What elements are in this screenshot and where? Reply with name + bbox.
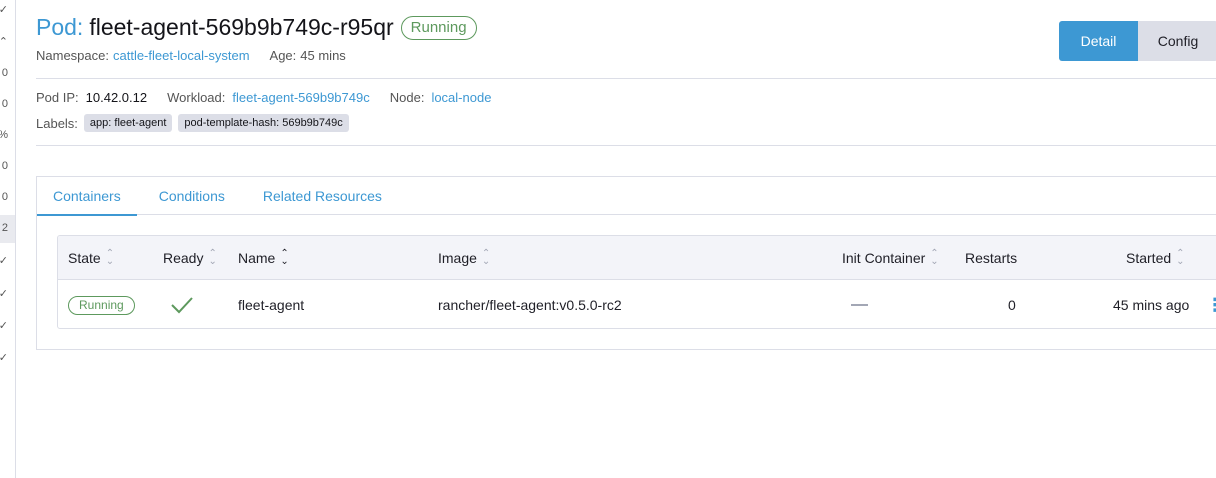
- detail-button[interactable]: Detail: [1059, 21, 1138, 61]
- workload-link[interactable]: fleet-agent-569b9b749c: [232, 90, 369, 105]
- divider: [36, 78, 1216, 79]
- sidebar-glyph[interactable]: ✓: [0, 351, 8, 364]
- sidebar-glyph[interactable]: ✓: [0, 287, 8, 300]
- tabs-panel: Containers Conditions Related Resources …: [36, 176, 1216, 350]
- tab-containers[interactable]: Containers: [37, 177, 137, 216]
- divider: [36, 145, 1216, 146]
- sort-icon: ⌃ ⌄: [280, 248, 289, 267]
- cell-started: 45 mins ago: [1113, 297, 1190, 313]
- sidebar-glyph[interactable]: ✓: [0, 254, 8, 267]
- labels-row: Labels: app: fleet-agent pod-template-ha…: [36, 114, 355, 132]
- page-title: Pod: fleet-agent-569b9b749c-r95qr Runnin…: [36, 14, 477, 41]
- table-header: State ⌃ ⌄ Ready ⌃ ⌄ Name ⌃ ⌄ Image ⌃ ⌄ Init …: [58, 236, 1216, 280]
- cell-image: rancher/fleet-agent:v0.5.0-rc2: [438, 297, 622, 313]
- pod-ip-value: 10.42.0.12: [85, 90, 148, 105]
- sidebar: ✓ ⌃ 0 0 % 0 0 2 ✓ ✓ ✓ ✓: [0, 0, 16, 478]
- column-label: Started: [1126, 250, 1172, 266]
- node-link[interactable]: local-node: [431, 90, 491, 105]
- resource-name: fleet-agent-569b9b749c-r95qr: [89, 14, 394, 40]
- pod-ip-label: Pod IP:: [36, 90, 79, 105]
- tab-conditions[interactable]: Conditions: [143, 177, 241, 215]
- workload-label: Workload:: [167, 90, 226, 105]
- column-header-init-container[interactable]: Init Container ⌃ ⌄: [842, 236, 939, 280]
- column-label: Name: [238, 250, 276, 266]
- column-header-image[interactable]: Image ⌃ ⌄: [438, 236, 490, 280]
- sort-icon: ⌃ ⌄: [1176, 248, 1185, 267]
- namespace-link[interactable]: cattle-fleet-local-system: [113, 48, 250, 63]
- view-toggle: Detail Config: [1059, 21, 1216, 61]
- sort-icon: ⌃ ⌄: [208, 248, 217, 267]
- namespace-label: Namespace:: [36, 48, 109, 63]
- sidebar-glyph[interactable]: 2: [0, 222, 8, 234]
- column-label: Ready: [163, 250, 204, 266]
- sidebar-glyph[interactable]: 0: [0, 160, 8, 172]
- label-tag: app: fleet-agent: [83, 114, 173, 132]
- sidebar-glyph[interactable]: 0: [0, 67, 8, 79]
- cell-state: Running: [68, 280, 135, 328]
- age-value: 45 mins: [300, 48, 346, 63]
- column-header-started[interactable]: Started ⌃ ⌄: [1126, 236, 1185, 280]
- cell-name: fleet-agent: [238, 297, 305, 313]
- sidebar-glyph[interactable]: ⌃: [0, 35, 8, 48]
- empty-value-dash: [851, 304, 868, 306]
- containers-table: State ⌃ ⌄ Ready ⌃ ⌄ Name ⌃ ⌄ Image ⌃ ⌄ Init …: [57, 235, 1216, 329]
- status-badge: Running: [68, 295, 135, 315]
- cell-restarts: 0: [1008, 297, 1016, 313]
- column-header-restarts: Restarts: [965, 236, 1017, 280]
- age-label: Age:: [269, 48, 297, 63]
- config-button[interactable]: Config: [1138, 21, 1216, 61]
- sort-icon: ⌃ ⌄: [930, 248, 939, 267]
- labels-label: Labels:: [36, 115, 78, 131]
- column-header-ready[interactable]: Ready ⌃ ⌄: [163, 236, 217, 280]
- column-label: Init Container: [842, 250, 926, 266]
- sidebar-glyph[interactable]: ✓: [0, 319, 8, 332]
- cell-init-container: [851, 280, 868, 328]
- checkmark-icon: [171, 297, 193, 314]
- resource-type-link[interactable]: Pod:: [36, 14, 83, 41]
- pod-info: Pod IP: 10.42.0.12 Workload: fleet-agent…: [36, 90, 491, 105]
- column-label: Restarts: [965, 250, 1018, 266]
- label-tag: pod-template-hash: 569b9b749c: [178, 114, 349, 132]
- status-badge: Running: [400, 15, 477, 40]
- column-header-state[interactable]: State ⌃ ⌄: [68, 236, 114, 280]
- column-header-name[interactable]: Name ⌃ ⌄: [238, 236, 289, 280]
- row-actions-icon[interactable]: ⋮: [1206, 280, 1216, 328]
- sidebar-glyph[interactable]: 0: [0, 191, 8, 203]
- column-label: Image: [438, 250, 477, 266]
- sort-icon: ⌃ ⌄: [481, 248, 491, 267]
- cell-ready: [170, 280, 194, 328]
- node-label: Node:: [389, 90, 425, 105]
- sidebar-glyph[interactable]: %: [0, 129, 8, 141]
- column-label: State: [68, 250, 101, 266]
- sidebar-glyph[interactable]: 0: [0, 98, 8, 110]
- tab-bar: Containers Conditions Related Resources: [37, 177, 1216, 216]
- sort-icon: ⌃ ⌄: [105, 248, 115, 267]
- sidebar-glyph[interactable]: ✓: [0, 3, 8, 16]
- tab-related-resources[interactable]: Related Resources: [247, 177, 398, 215]
- resource-meta: Namespace: cattle-fleet-local-system Age…: [36, 48, 346, 63]
